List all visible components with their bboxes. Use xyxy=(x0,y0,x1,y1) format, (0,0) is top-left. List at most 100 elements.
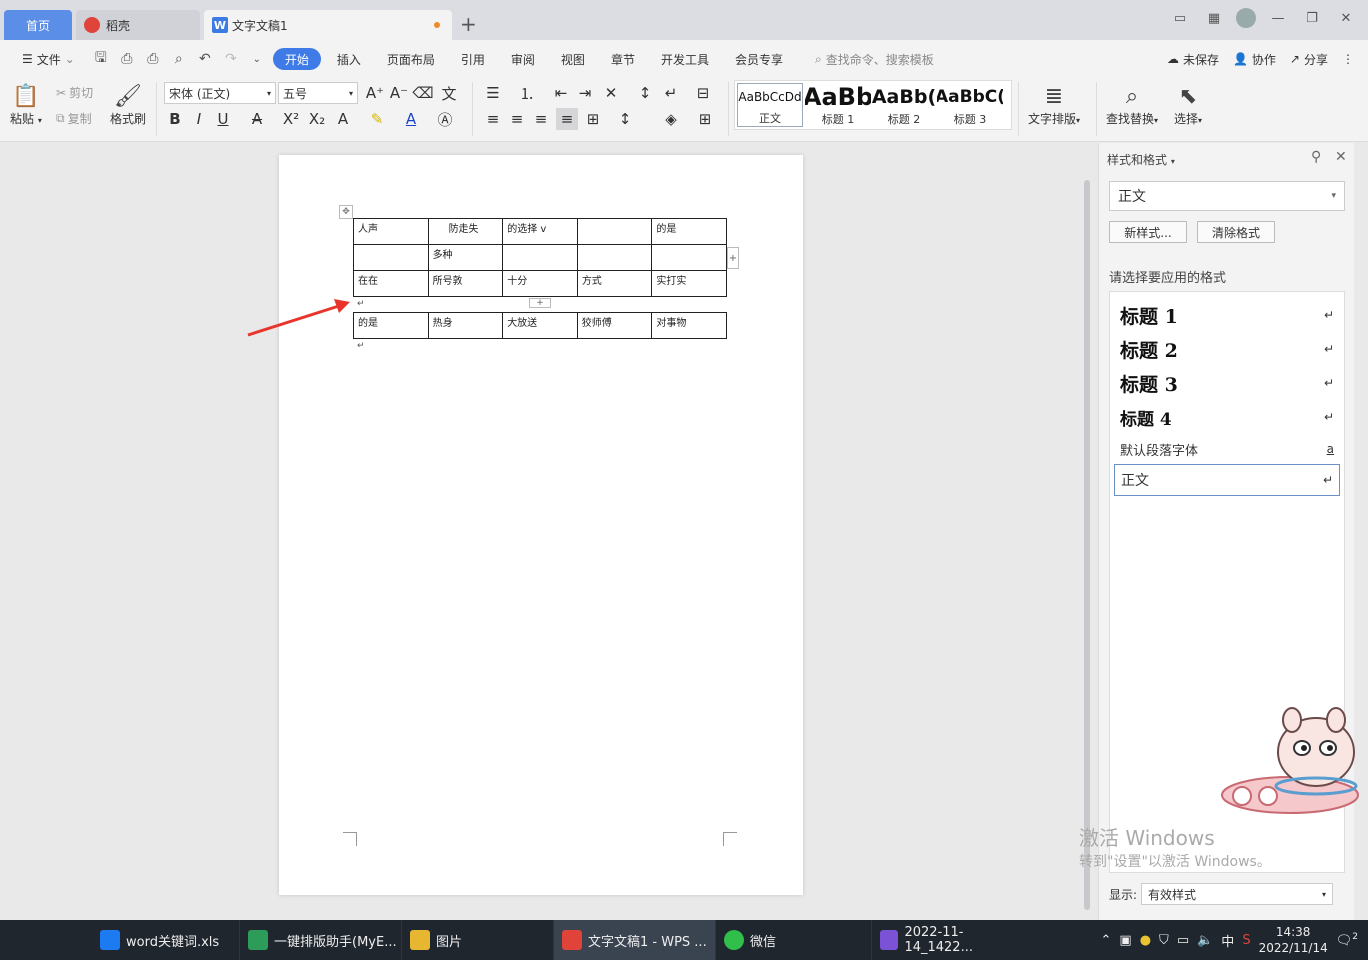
table-cell[interactable]: 防走失 xyxy=(427,218,504,245)
text-direction-icon[interactable]: ✕ xyxy=(600,82,622,104)
grid-view-icon[interactable]: ▦ xyxy=(1202,6,1226,30)
style-list-item-heading-2[interactable]: 标题 2 ↵ xyxy=(1114,332,1340,366)
unsaved-button[interactable]: ☁ 未保存 xyxy=(1167,51,1219,68)
align-left-icon[interactable]: ≡ xyxy=(482,108,504,130)
table-cell[interactable]: 热身 xyxy=(427,312,504,339)
more-icon[interactable]: ⌄ xyxy=(247,49,267,69)
table-cell[interactable]: 方式 xyxy=(576,270,653,297)
minimize-button[interactable]: — xyxy=(1266,6,1290,30)
notification-icon[interactable]: 🗨2 xyxy=(1336,932,1358,948)
redo-icon[interactable]: ↷ xyxy=(221,49,241,69)
clock[interactable]: 14:38 2022/11/14 xyxy=(1259,924,1328,956)
copy-button[interactable]: ⧉ 复制 xyxy=(56,110,92,127)
table-cell[interactable]: 的选择 v xyxy=(502,218,578,245)
menu-member[interactable]: 会员专享 xyxy=(725,48,793,70)
pin-icon[interactable]: ⚲ xyxy=(1311,149,1321,165)
clear-format-button[interactable]: 清除格式 xyxy=(1197,221,1275,243)
table-cell[interactable]: 十分 xyxy=(502,270,578,297)
document-page[interactable]: ✥ 人声 防走失 的选择 v 的是 多种 在在 所号敦 十分 方式 实打实 + … xyxy=(279,155,803,895)
increase-indent-icon[interactable]: ⇥ xyxy=(574,82,596,104)
table-cell[interactable] xyxy=(353,244,429,271)
grow-font-icon[interactable]: A⁺ xyxy=(364,82,386,104)
volume-icon[interactable]: 🔈 xyxy=(1197,933,1213,948)
style-heading-2[interactable]: AaBb( 标题 2 xyxy=(871,81,937,129)
tab-daoke[interactable]: 稻壳 xyxy=(76,10,200,40)
decrease-indent-icon[interactable]: ⇤ xyxy=(550,82,572,104)
show-marks-icon[interactable]: ↵ xyxy=(660,82,682,104)
menu-page-layout[interactable]: 页面布局 xyxy=(377,48,445,70)
shield-icon[interactable]: ⛉ xyxy=(1159,933,1169,948)
document-scrollbar[interactable] xyxy=(1082,148,1092,918)
app-tray-icon[interactable]: ● xyxy=(1140,933,1151,948)
maximize-button[interactable]: ❐ xyxy=(1300,6,1324,30)
table-cell[interactable]: 多种 xyxy=(427,244,504,271)
table-cell[interactable]: 的是 xyxy=(353,312,429,339)
table-cell[interactable]: 对事物 xyxy=(651,312,727,339)
add-row-button[interactable]: + xyxy=(529,298,551,308)
paste-button[interactable]: 📋 粘贴 ▾ xyxy=(10,82,42,127)
justify-icon[interactable]: ≡ xyxy=(556,108,578,130)
table-cell[interactable]: 的是 xyxy=(651,218,727,245)
shrink-font-icon[interactable]: A⁻ xyxy=(388,82,410,104)
undo-icon[interactable]: ↶ xyxy=(195,49,215,69)
tab-home[interactable]: 首页 xyxy=(4,10,72,40)
user-avatar[interactable] xyxy=(1236,8,1256,28)
taskbar-item-excel[interactable]: word关键词.xls xyxy=(92,920,240,960)
tab-document[interactable]: W 文字文稿1 xyxy=(204,10,452,40)
format-painter-button[interactable]: 🖌 格式刷 xyxy=(110,82,146,127)
taskbar-item-pictures[interactable]: 图片 xyxy=(402,920,554,960)
table-cell[interactable] xyxy=(576,218,653,245)
select-button[interactable]: ⬉ 选择▾ xyxy=(1174,82,1202,127)
style-heading-3[interactable]: AaBbC( 标题 3 xyxy=(937,81,1003,129)
menu-insert[interactable]: 插入 xyxy=(327,48,371,70)
cut-button[interactable]: ✂ 剪切 xyxy=(56,84,93,101)
menu-review[interactable]: 审阅 xyxy=(501,48,545,70)
add-column-button[interactable]: + xyxy=(727,247,739,269)
table-cell[interactable]: 人声 xyxy=(353,218,429,245)
italic-icon[interactable]: I xyxy=(188,108,210,130)
shading-icon[interactable]: ◈ xyxy=(660,108,682,130)
bold-icon[interactable]: B xyxy=(164,108,186,130)
font-size-select[interactable]: 五号 ▾ xyxy=(278,82,358,104)
borders-icon[interactable]: ⊞ xyxy=(694,108,716,130)
sort-icon[interactable]: ↕ xyxy=(634,82,656,104)
print-preview-icon[interactable]: ⌕ xyxy=(169,49,189,69)
document-canvas[interactable]: ✥ 人声 防走失 的选择 v 的是 多种 在在 所号敦 十分 方式 实打实 + … xyxy=(0,143,1080,920)
share-button[interactable]: ↗ 分享 xyxy=(1290,51,1328,68)
new-style-button[interactable]: 新样式... xyxy=(1109,221,1187,243)
new-tab-button[interactable]: + xyxy=(460,12,477,36)
ime-indicator[interactable]: 中 xyxy=(1221,931,1234,950)
current-style-select[interactable]: 正文 ▾ xyxy=(1109,181,1345,211)
display-filter-select[interactable]: 有效样式 ▾ xyxy=(1141,883,1334,905)
style-list-item-heading-4[interactable]: 标题 4 ↵ xyxy=(1114,400,1340,434)
taskbar-item-typeset-helper[interactable]: 一键排版助手(MyE... xyxy=(240,920,402,960)
mascot-bear-image[interactable] xyxy=(1220,700,1368,820)
table-cell[interactable] xyxy=(651,244,727,271)
align-right-icon[interactable]: ≡ xyxy=(530,108,552,130)
text-layout-button[interactable]: ≣ 文字排版▾ xyxy=(1028,82,1080,127)
char-border-icon[interactable]: Ⓐ xyxy=(434,108,456,130)
style-list-item-heading-1[interactable]: 标题 1 ↵ xyxy=(1114,298,1340,332)
network-icon[interactable]: ▣ xyxy=(1119,933,1131,948)
bullets-icon[interactable]: ☰ xyxy=(482,82,504,104)
collab-button[interactable]: 👤 协作 xyxy=(1233,51,1276,68)
menu-chapter[interactable]: 章节 xyxy=(601,48,645,70)
align-center-icon[interactable]: ≡ xyxy=(506,108,528,130)
subscript-icon[interactable]: X₂ xyxy=(306,108,328,130)
line-spacing-icon[interactable]: ↕ xyxy=(614,108,636,130)
taskbar-item-wechat[interactable]: 微信 xyxy=(716,920,872,960)
table-cell[interactable]: 所号敦 xyxy=(427,270,504,297)
highlight-icon[interactable]: ✎ xyxy=(366,108,388,130)
table-cell[interactable] xyxy=(576,244,653,271)
page-layout-icon[interactable]: ▭ xyxy=(1168,6,1192,30)
print-icon[interactable]: ⎙ xyxy=(143,49,163,69)
numbering-icon[interactable]: ⒈ xyxy=(516,82,538,104)
close-icon[interactable]: ✕ xyxy=(1335,149,1347,165)
text-effect-icon[interactable]: A xyxy=(332,108,354,130)
export-pdf-icon[interactable]: ⎙ xyxy=(117,49,137,69)
sogou-icon[interactable]: S xyxy=(1242,933,1250,948)
panel-title[interactable]: 样式和格式 ▾ xyxy=(1107,151,1175,168)
font-color-icon[interactable]: A xyxy=(400,108,422,130)
menu-start[interactable]: 开始 xyxy=(272,48,321,70)
taskbar-item-recording[interactable]: 2022-11-14_1422... xyxy=(872,920,1022,960)
